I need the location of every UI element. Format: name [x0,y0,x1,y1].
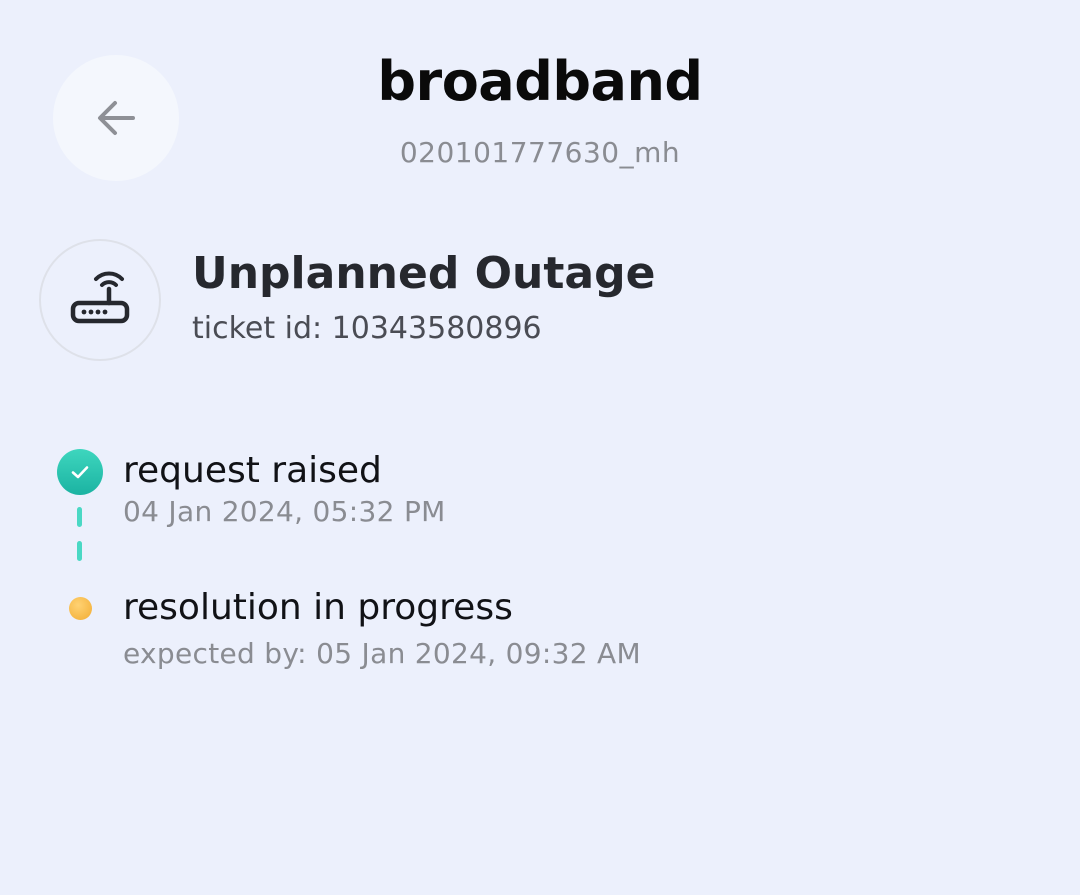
ticket-icon-badge [39,239,161,361]
page-title: broadband [377,50,703,113]
timeline-step-label: resolution in progress [123,587,513,628]
ticket-title: Unplanned Outage [192,248,656,299]
timeline-connector [77,541,82,561]
router-icon [69,267,131,333]
timeline-step-label: request raised [123,450,382,491]
check-circle-icon [57,449,103,495]
timeline-step-date: expected by: 05 Jan 2024, 09:32 AM [123,637,641,670]
timeline-connector [77,507,82,527]
account-id: 020101777630_mh [399,136,681,169]
pending-dot-icon [69,597,92,620]
timeline-step-date: 04 Jan 2024, 05:32 PM [123,495,446,528]
ticket-id: ticket id: 10343580896 [192,311,542,346]
